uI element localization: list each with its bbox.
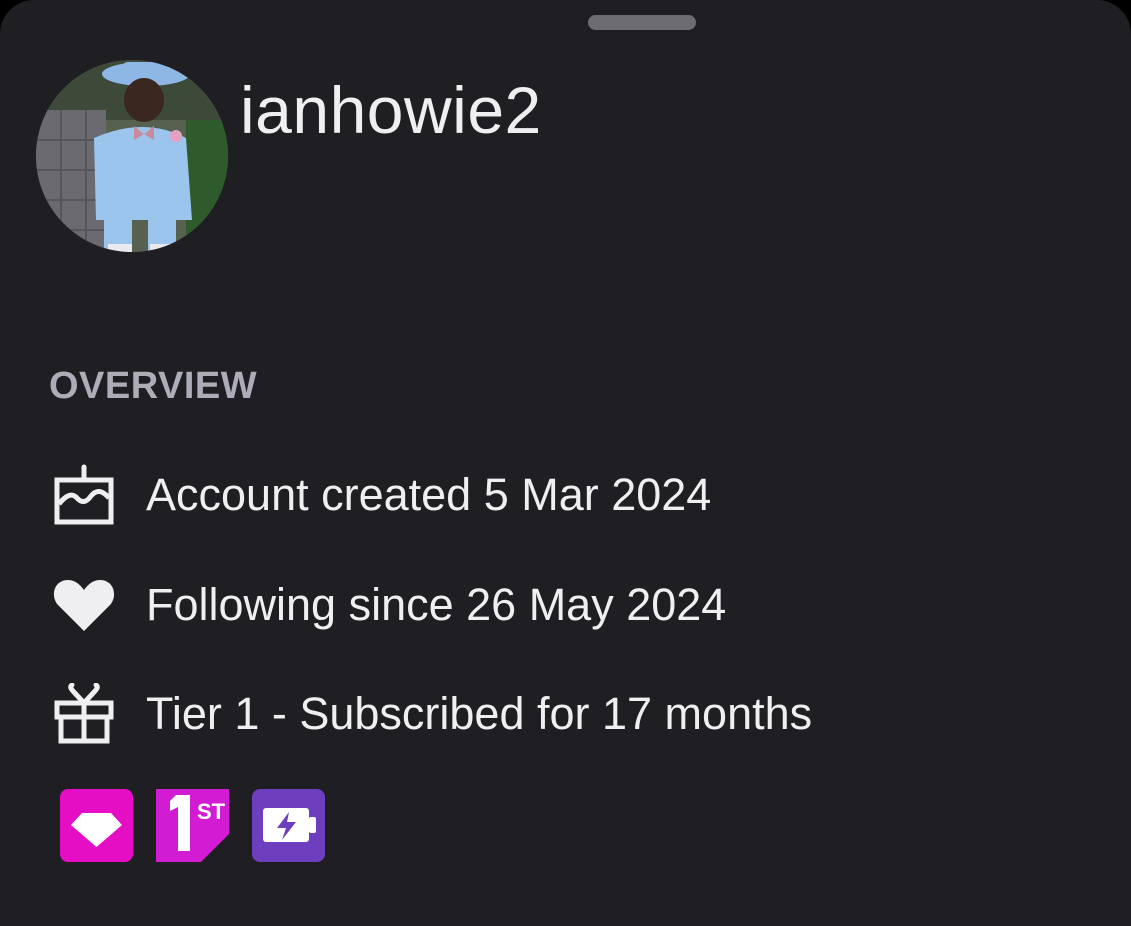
subscription-row: Tier 1 - Subscribed for 17 months: [49, 679, 812, 749]
first-badge-icon[interactable]: ST: [156, 789, 229, 862]
sheet-grabber-handle[interactable]: [588, 15, 696, 30]
heart-icon: [49, 570, 119, 640]
profile-sheet: ianhowie2 OVERVIEW Account created 5 Mar…: [0, 0, 1131, 926]
first-badge-label: ST: [197, 799, 226, 824]
subscription-text: Tier 1 - Subscribed for 17 months: [146, 688, 813, 739]
gift-icon: [49, 679, 119, 749]
username: ianhowie2: [240, 73, 542, 147]
account-created-row: Account created 5 Mar 2024: [49, 460, 711, 530]
diamond-badge-icon[interactable]: [60, 789, 133, 862]
avatar[interactable]: [36, 60, 228, 252]
avatar-image: [36, 60, 228, 252]
following-since-row: Following since 26 May 2024: [49, 570, 726, 640]
following-since-text: Following since 26 May 2024: [146, 579, 727, 630]
overview-heading: OVERVIEW: [49, 365, 258, 407]
cake-icon: [49, 460, 119, 530]
battery-badge-icon[interactable]: [252, 789, 325, 862]
account-created-text: Account created 5 Mar 2024: [146, 469, 712, 520]
